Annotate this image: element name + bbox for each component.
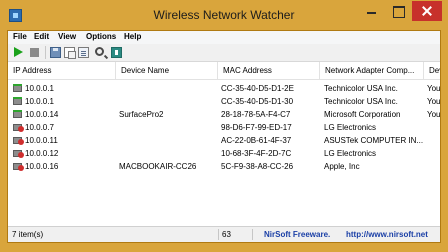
cell-ip: 10.0.0.1 [25, 97, 54, 106]
close-button[interactable] [412, 1, 442, 21]
copy-icon[interactable] [64, 47, 76, 59]
table-row[interactable]: 10.0.0.16 MACBOOKAIR-CC26 5C-F9-38-A8-CC… [8, 161, 440, 172]
cell-ip: 10.0.0.11 [25, 136, 58, 145]
menu-edit[interactable]: Edit [34, 32, 49, 41]
cell-device-name: SurfacePro2 [119, 110, 164, 119]
menu-help[interactable]: Help [124, 32, 141, 41]
exit-icon[interactable] [111, 47, 122, 58]
cell-mac: 98-D6-F7-99-ED-17 [221, 123, 292, 132]
column-header-device-name[interactable]: Device Name [116, 62, 218, 80]
cell-device-name [119, 96, 217, 107]
maximize-button[interactable] [385, 1, 411, 21]
cell-device-name [119, 135, 217, 146]
cell-ip: 10.0.0.1 [25, 84, 54, 93]
status-divider [252, 229, 253, 240]
cell-ip: 10.0.0.16 [25, 162, 59, 171]
item-count: 7 item(s) [12, 230, 44, 239]
find-icon[interactable] [95, 47, 104, 56]
computer-icon [13, 84, 22, 92]
status-bar: 7 item(s) 63 NirSoft Freeware. http://ww… [8, 226, 440, 242]
cell-vendor: Technicolor USA Inc. [324, 84, 398, 93]
cell-vendor: Apple, Inc [324, 162, 360, 171]
cell-mac: CC-35-40-D5-D1-2E [221, 84, 294, 93]
nirsoft-link[interactable]: http://www.nirsoft.net [346, 227, 438, 242]
cell-vendor: ASUSTek COMPUTER IN... [324, 136, 423, 145]
menu-options[interactable]: Options [86, 32, 116, 41]
cell-device: You [427, 97, 440, 106]
computer-icon [13, 110, 22, 118]
status-divider [218, 229, 219, 240]
column-header-device[interactable]: Dev [424, 62, 440, 80]
column-header-mac[interactable]: MAC Address [218, 62, 320, 80]
minimize-button[interactable] [358, 1, 384, 21]
menu-view[interactable]: View [58, 32, 76, 41]
device-list[interactable]: IP Address Device Name MAC Address Netwo… [8, 62, 440, 226]
table-row[interactable]: 10.0.0.14 SurfacePro2 28-18-78-5A-F4-C7 … [8, 109, 440, 120]
cell-mac: 28-18-78-5A-F4-C7 [221, 110, 291, 119]
cell-mac: 10-68-3F-4F-2D-7C [221, 149, 292, 158]
cell-mac: CC-35-40-D5-D1-30 [221, 97, 294, 106]
cell-mac: AC-22-0B-61-4F-37 [221, 136, 292, 145]
column-header-ip[interactable]: IP Address [8, 62, 116, 80]
disconnected-computer-icon [13, 150, 24, 158]
stop-icon[interactable] [30, 48, 39, 57]
cell-device: You [427, 84, 440, 93]
cell-device [427, 135, 440, 146]
save-icon[interactable] [50, 47, 61, 58]
cell-device [427, 148, 440, 159]
cell-ip: 10.0.0.12 [25, 149, 59, 158]
disconnected-computer-icon [13, 124, 24, 132]
cell-vendor: Technicolor USA Inc. [324, 97, 398, 106]
computer-icon [13, 97, 22, 105]
table-row[interactable]: 10.0.0.11 AC-22-0B-61-4F-37 ASUSTek COMP… [8, 135, 440, 146]
column-header-vendor[interactable]: Network Adapter Comp... [320, 62, 424, 80]
menu-file[interactable]: File [13, 32, 27, 41]
table-row[interactable]: 10.0.0.7 98-D6-F7-99-ED-17 LG Electronic… [8, 122, 440, 133]
table-row[interactable]: 10.0.0.1 CC-35-40-D5-D1-2E Technicolor U… [8, 83, 440, 94]
cell-ip: 10.0.0.7 [25, 123, 54, 132]
cell-ip: 10.0.0.14 [25, 110, 59, 119]
app-window: File Edit View Options Help IP Address D… [7, 30, 441, 243]
cell-device: You [427, 110, 440, 119]
cell-device-name: MACBOOKAIR-CC26 [119, 162, 197, 171]
title-bar[interactable]: Wireless Network Watcher [0, 0, 448, 30]
cell-device-name [119, 148, 217, 159]
toolbar [8, 44, 440, 62]
nirsoft-brand-text: NirSoft Freeware. [264, 230, 331, 239]
toolbar-separator [45, 46, 46, 59]
cell-device-name [119, 122, 217, 133]
menu-bar: File Edit View Options Help [8, 31, 440, 44]
cell-device-name [119, 83, 217, 94]
list-header: IP Address Device Name MAC Address Netwo… [8, 62, 440, 80]
start-icon[interactable] [14, 47, 23, 57]
html-report-icon[interactable] [78, 47, 89, 58]
cell-vendor: LG Electronics [324, 123, 377, 132]
cell-mac: 5C-F9-38-A8-CC-26 [221, 162, 294, 171]
cell-device [427, 161, 440, 172]
cell-device [427, 122, 440, 133]
cell-vendor: Microsoft Corporation [324, 110, 401, 119]
cell-vendor: LG Electronics [324, 149, 377, 158]
table-row[interactable]: 10.0.0.12 10-68-3F-4F-2D-7C LG Electroni… [8, 148, 440, 159]
disconnected-computer-icon [13, 137, 24, 145]
disconnected-computer-icon [13, 163, 24, 171]
table-row[interactable]: 10.0.0.1 CC-35-40-D5-D1-30 Technicolor U… [8, 96, 440, 107]
status-number: 63 [222, 230, 231, 239]
